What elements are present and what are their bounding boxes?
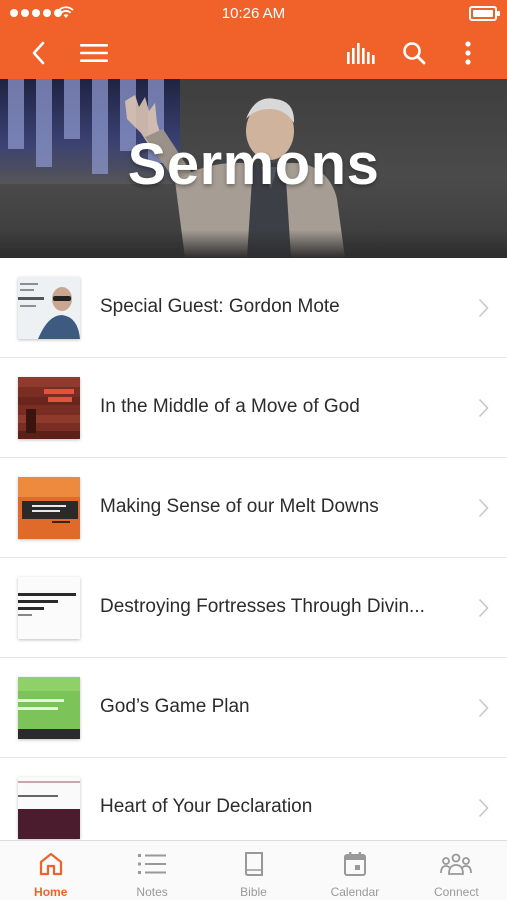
calendar-icon (343, 851, 366, 876)
app-screen: 10:26 AM Sermons Special Guest: Gordon M… (0, 0, 507, 900)
chevron-right-icon (478, 798, 489, 818)
notes-icon (138, 853, 167, 874)
sermon-thumbnail (18, 777, 80, 839)
chevron-right-icon (478, 498, 489, 518)
sermon-title: God’s Game Plan (100, 696, 250, 717)
search-button[interactable] (392, 27, 436, 79)
audio-button[interactable] (339, 27, 383, 79)
tab-label: Calendar (330, 885, 380, 899)
home-icon (39, 852, 62, 875)
menu-button[interactable] (72, 27, 116, 79)
sermon-title: Heart of Your Declaration (100, 796, 313, 817)
sermon-title: Destroying Fortresses Through Divin... (100, 596, 425, 617)
battery-icon (469, 6, 500, 21)
sermon-title: Making Sense of our Melt Downs (100, 496, 379, 517)
sermon-thumbnail (18, 377, 80, 439)
more-options-button[interactable] (446, 27, 490, 79)
sermon-title: In the Middle of a Move of God (100, 396, 360, 417)
sermon-row[interactable]: God’s Game Plan (0, 658, 507, 758)
chevron-right-icon (478, 698, 489, 718)
sermon-row[interactable]: In the Middle of a Move of God (0, 358, 507, 458)
back-icon (32, 41, 45, 65)
status-bar: 10:26 AM (0, 0, 507, 27)
tab-bar: Home Notes Bible Calendar Connect (0, 840, 507, 900)
hero-banner: Sermons (0, 79, 507, 258)
sermon-row[interactable]: Destroying Fortresses Through Divin... (0, 558, 507, 658)
chevron-right-icon (478, 298, 489, 318)
tab-calendar[interactable]: Calendar (304, 841, 405, 900)
sermon-thumbnail (18, 577, 80, 639)
nav-bar (0, 27, 507, 79)
sermon-row[interactable]: Making Sense of our Melt Downs (0, 458, 507, 558)
chevron-right-icon (478, 598, 489, 618)
tab-label: Connect (433, 885, 479, 899)
tab-notes[interactable]: Notes (101, 841, 202, 900)
sermon-thumbnail (18, 477, 80, 539)
bible-icon (244, 851, 263, 876)
page-title: Sermons (127, 132, 380, 197)
more-icon (465, 41, 471, 65)
tab-label: Bible (240, 885, 267, 899)
tab-bible[interactable]: Bible (203, 841, 304, 900)
tab-home[interactable]: Home (0, 841, 101, 900)
status-time: 10:26 AM (221, 5, 286, 22)
menu-icon (80, 44, 108, 62)
sermon-title: Special Guest: Gordon Mote (100, 296, 340, 317)
sermon-list: Special Guest: Gordon Mote In the Middle (0, 258, 507, 858)
tab-connect[interactable]: Connect (406, 841, 507, 900)
tab-label: Notes (136, 885, 168, 899)
connect-icon (440, 853, 473, 875)
search-icon (403, 42, 426, 65)
tab-label: Home (34, 885, 68, 899)
battery-level (473, 10, 493, 17)
chevron-right-icon (478, 398, 489, 418)
audio-icon (347, 43, 375, 64)
sermon-thumbnail (18, 277, 80, 339)
sermon-thumbnail (18, 677, 80, 739)
back-button[interactable] (16, 27, 60, 79)
sermon-row[interactable]: Special Guest: Gordon Mote (0, 258, 507, 358)
